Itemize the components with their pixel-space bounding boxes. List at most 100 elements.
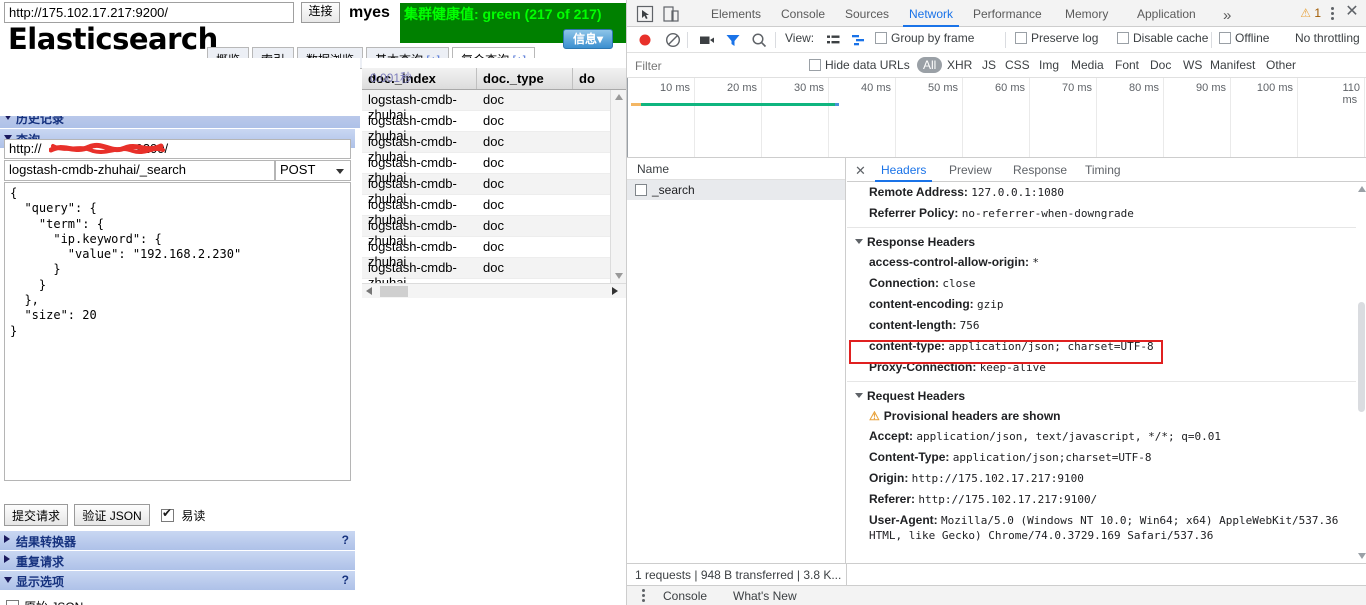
search-icon[interactable]: [749, 30, 769, 50]
cell-index: logstash-cmdb-zhuhai: [368, 113, 457, 143]
results-vertical-scrollbar[interactable]: [610, 90, 626, 283]
filter-type-xhr[interactable]: XHR: [947, 58, 972, 72]
help-icon-display[interactable]: ?: [342, 573, 349, 587]
readable-checkbox[interactable]: [161, 506, 175, 522]
filter-type-manifest[interactable]: Manifest: [1210, 58, 1255, 72]
table-row[interactable]: logstash-cmdb-zhuhai doc: [362, 195, 610, 227]
filter-type-other[interactable]: Other: [1266, 58, 1296, 72]
group-response-headers[interactable]: Response Headers: [847, 231, 1366, 252]
table-row[interactable]: logstash-cmdb-zhuhai doc: [362, 258, 610, 283]
disable-cache-option[interactable]: Disable cache: [1117, 31, 1208, 45]
filter-type-js[interactable]: JS: [982, 58, 996, 72]
scroll-up-icon[interactable]: [615, 94, 623, 100]
group-by-frame-option[interactable]: Group by frame: [875, 31, 974, 45]
table-row[interactable]: logstash-cmdb-zhuhai doc: [362, 132, 610, 164]
table-row[interactable]: logstash-cmdb-zhuhai doc: [362, 237, 610, 269]
device-toolbar-icon[interactable]: [661, 4, 681, 24]
offline-option[interactable]: Offline: [1219, 31, 1269, 45]
tab-memory[interactable]: Memory: [1059, 4, 1114, 27]
host-url-field[interactable]: http://175.102.17.217:9200/: [4, 139, 351, 159]
submit-request-button[interactable]: 提交请求: [4, 504, 69, 526]
detail-tab-preview[interactable]: Preview: [943, 160, 998, 182]
filter-input[interactable]: [633, 57, 813, 74]
filter-type-ws[interactable]: WS: [1183, 58, 1202, 72]
drawer-tab-whats-new[interactable]: What's New: [733, 589, 797, 603]
table-row[interactable]: logstash-cmdb-zhuhai doc: [362, 153, 610, 185]
filter-type-css[interactable]: CSS: [1005, 58, 1030, 72]
readable-toggle[interactable]: 易读: [161, 504, 205, 524]
section-result-transformer[interactable]: 结果转换器 ?: [0, 530, 355, 550]
detail-close-icon[interactable]: ✕: [855, 163, 866, 179]
request-list-header[interactable]: Name: [627, 158, 845, 180]
preserve-log-option[interactable]: Preserve log: [1015, 31, 1098, 45]
help-icon-transformer[interactable]: ?: [342, 533, 349, 547]
scroll-up-icon[interactable]: [1358, 186, 1366, 192]
group-by-frame-checkbox[interactable]: [875, 32, 887, 44]
connect-button[interactable]: 连接: [301, 2, 340, 23]
network-overview-timeline[interactable]: 10 ms 20 ms 30 ms 40 ms 50 ms 60 ms 70 m…: [627, 78, 1366, 158]
filter-type-img[interactable]: Img: [1039, 58, 1059, 72]
inspect-element-icon[interactable]: [635, 4, 655, 24]
filter-icon[interactable]: [723, 30, 743, 50]
column-header-type[interactable]: doc._type: [477, 68, 573, 89]
drawer-menu-icon[interactable]: [637, 589, 649, 603]
query-json-editor[interactable]: { "query": { "term": { "ip.keyword": { "…: [4, 182, 351, 481]
record-icon[interactable]: [635, 30, 655, 50]
section-display-options[interactable]: 显示选项 ?: [0, 570, 355, 590]
filter-type-all[interactable]: All: [917, 57, 943, 73]
list-item[interactable]: _search: [627, 180, 845, 200]
table-row[interactable]: logstash-cmdb-zhuhai doc: [362, 216, 610, 248]
more-tabs-icon[interactable]: »: [1217, 4, 1237, 27]
column-header-doc[interactable]: do: [573, 68, 626, 89]
section-repeat-request[interactable]: 重复请求: [0, 550, 355, 570]
scroll-down-icon[interactable]: [615, 273, 623, 279]
scroll-right-icon[interactable]: [612, 287, 618, 295]
scroll-left-icon[interactable]: [366, 287, 372, 295]
tab-elements[interactable]: Elements: [705, 4, 767, 27]
filter-type-doc[interactable]: Doc: [1150, 58, 1171, 72]
tab-console[interactable]: Console: [775, 4, 831, 27]
table-row[interactable]: logstash-cmdb-zhuhai doc: [362, 111, 610, 143]
results-horizontal-scrollbar[interactable]: [362, 283, 626, 298]
detail-tab-headers[interactable]: Headers: [875, 160, 933, 182]
validate-json-button[interactable]: 验证 JSON: [74, 504, 150, 526]
table-row[interactable]: logstash-cmdb-zhuhai doc: [362, 174, 610, 206]
detail-scroll-thumb[interactable]: [1358, 302, 1365, 412]
clear-icon[interactable]: [663, 30, 683, 50]
http-method-select[interactable]: POST: [275, 160, 351, 181]
filter-type-font[interactable]: Font: [1115, 58, 1139, 72]
detail-scrollbar[interactable]: [1356, 182, 1366, 563]
drawer-tab-console[interactable]: Console: [663, 589, 707, 603]
section-history[interactable]: 历史记录: [0, 116, 360, 128]
preserve-log-checkbox[interactable]: [1015, 32, 1027, 44]
hscroll-thumb[interactable]: [380, 286, 408, 297]
tab-sources[interactable]: Sources: [839, 4, 895, 27]
group-request-headers[interactable]: Request Headers: [847, 385, 1366, 406]
scroll-down-icon[interactable]: [1358, 553, 1366, 559]
list-view-icon[interactable]: [823, 30, 843, 50]
warning-badge[interactable]: ⚠ 1: [1300, 6, 1321, 20]
tab-performance[interactable]: Performance: [967, 4, 1048, 27]
devtools-menu-icon[interactable]: [1325, 6, 1339, 22]
hide-data-urls-checkbox[interactable]: [809, 59, 821, 71]
filter-type-media[interactable]: Media: [1071, 58, 1104, 72]
waterfall-view-icon[interactable]: [849, 30, 869, 50]
table-row[interactable]: logstash-cmdb-zhuhai doc: [362, 90, 610, 122]
option-raw-json[interactable]: 原始 JSON: [4, 598, 356, 605]
option-raw-json-checkbox[interactable]: [6, 600, 19, 605]
throttling-select[interactable]: No throttling: [1295, 31, 1360, 45]
hide-data-urls-option[interactable]: Hide data URLs: [809, 58, 910, 72]
offline-checkbox[interactable]: [1219, 32, 1231, 44]
tab-network[interactable]: Network: [903, 4, 960, 27]
screenshot-camera-icon[interactable]: [697, 30, 717, 50]
timeline-tick: 10 ms: [660, 82, 690, 94]
detail-tab-response[interactable]: Response: [1007, 160, 1073, 182]
divider: [847, 227, 1366, 228]
detail-tab-timing[interactable]: Timing: [1079, 160, 1127, 182]
disable-cache-checkbox[interactable]: [1117, 32, 1129, 44]
cluster-url-input[interactable]: [4, 2, 294, 23]
tab-application[interactable]: Application: [1131, 4, 1202, 27]
info-dropdown-button[interactable]: 信息▾: [563, 29, 613, 49]
index-path-input[interactable]: logstash-cmdb-zhuhai/_search: [4, 160, 275, 181]
close-icon[interactable]: ✕: [1343, 4, 1361, 22]
